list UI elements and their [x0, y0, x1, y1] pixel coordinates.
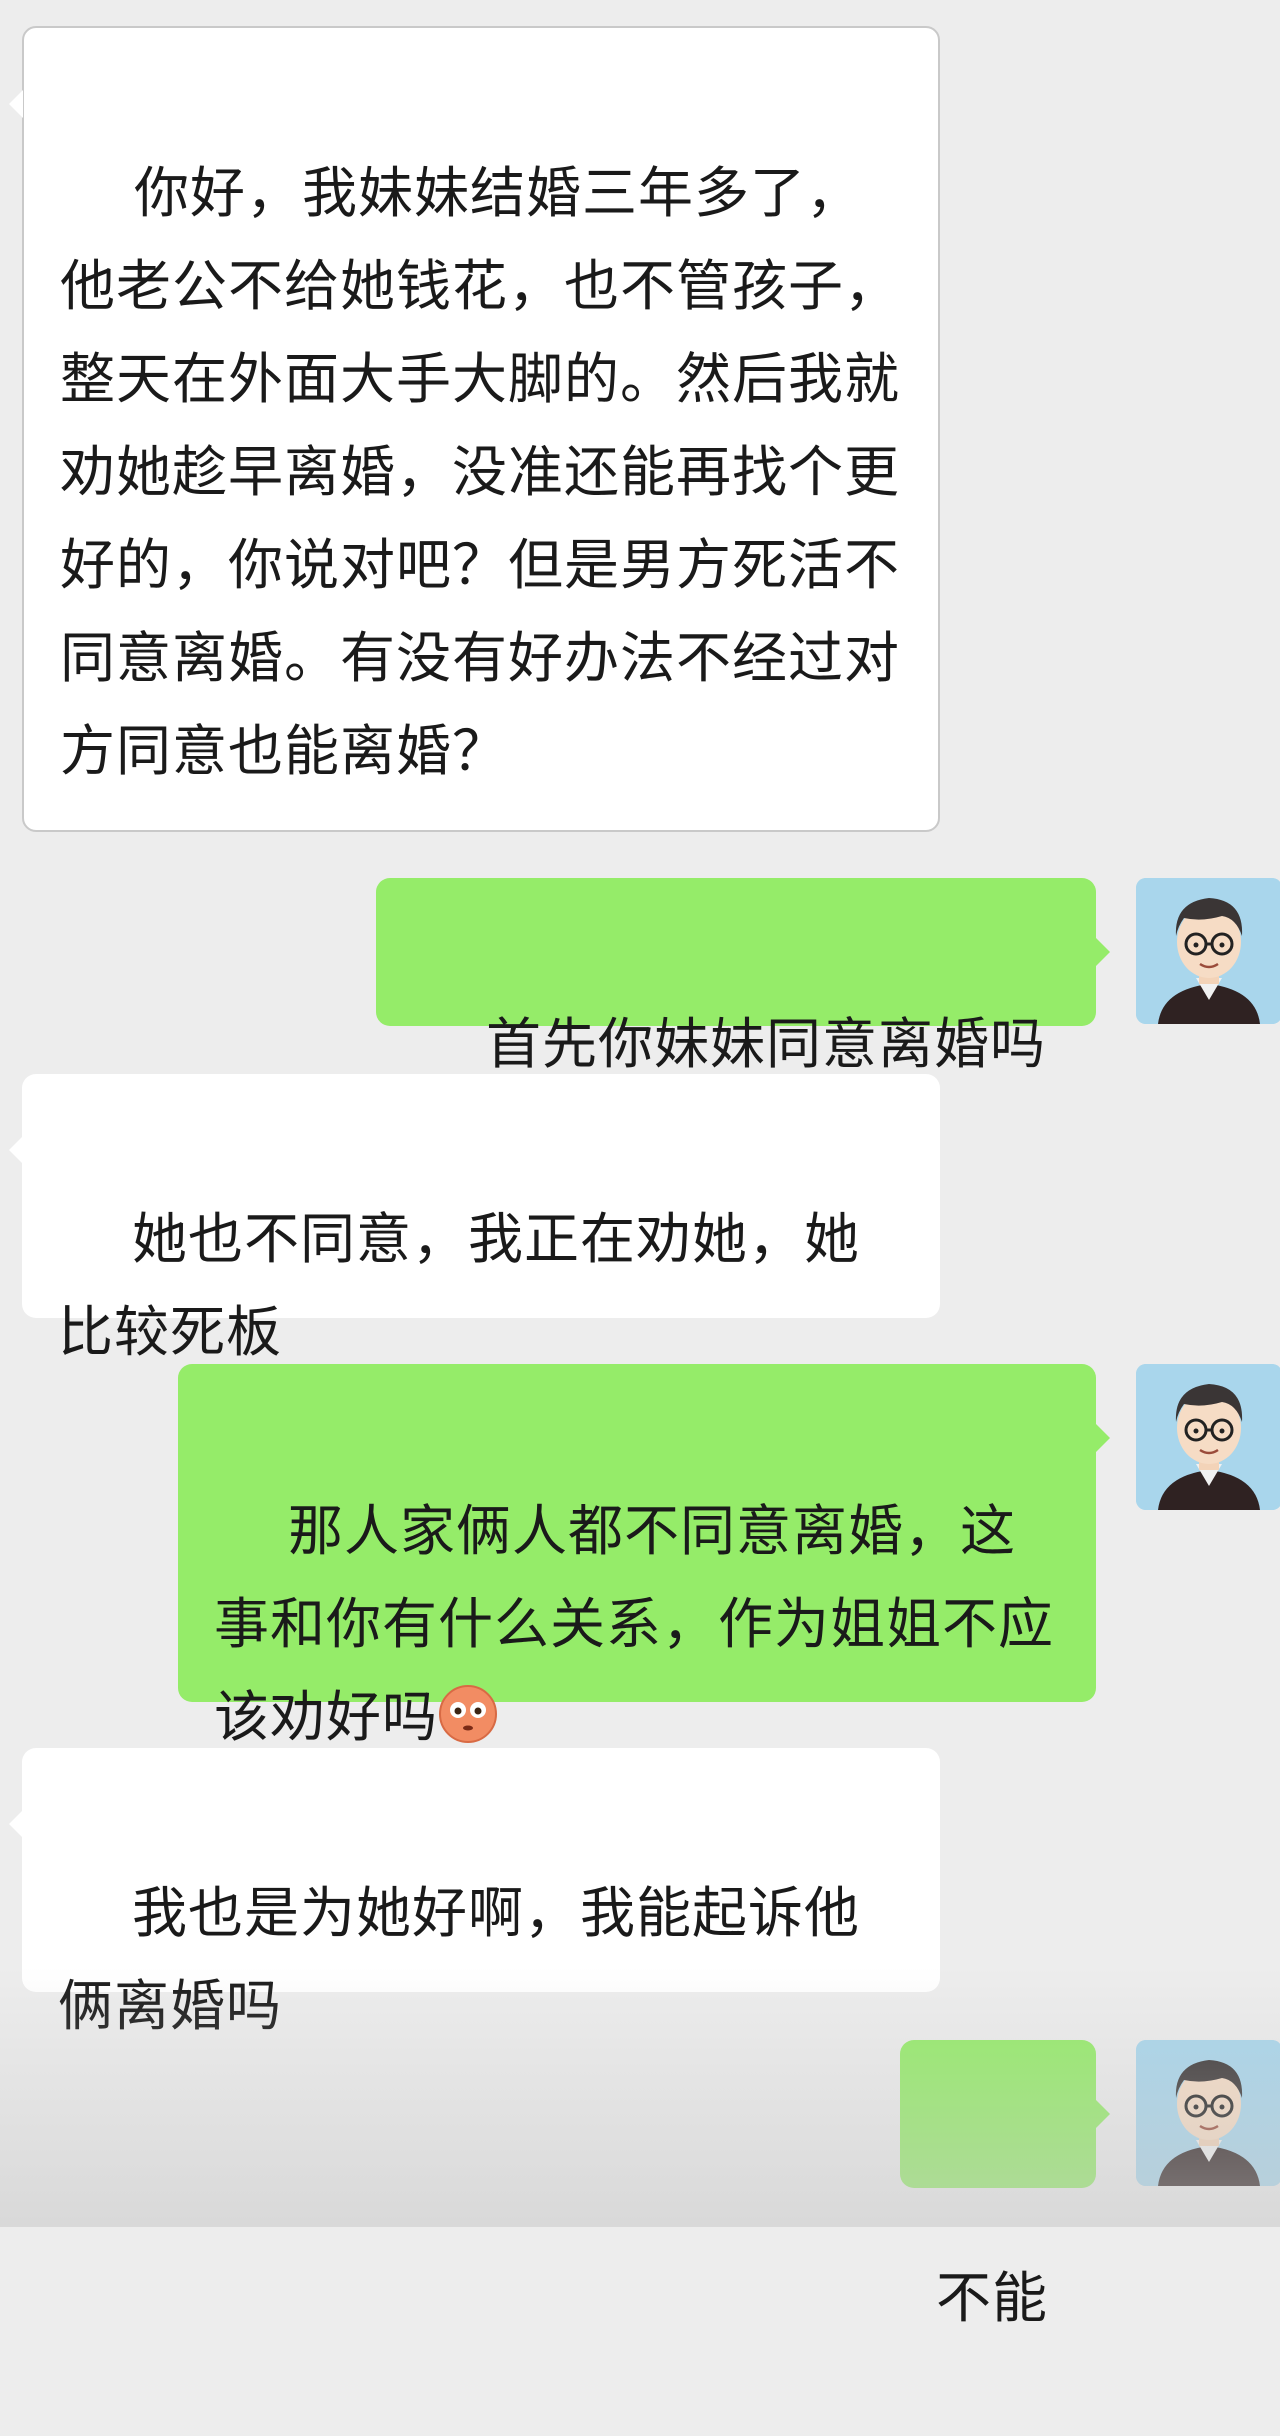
message-bubble-sent[interactable]: 首先你妹妹同意离婚吗	[376, 878, 1096, 1076]
cartoon-man-with-glasses-avatar-icon	[1136, 2040, 1280, 2186]
message-bubble-received[interactable]: 她也不同意，我正在劝她，她比较死板	[22, 1074, 940, 1364]
message-bubble-sent[interactable]: 那人家俩人都不同意离婚，这事和你有什么关系，作为姐姐不应该劝好吗	[178, 1364, 1096, 1749]
cartoon-man-with-glasses-avatar-icon	[1136, 878, 1280, 1024]
bubble-tail	[9, 90, 23, 118]
bubble-tail	[9, 1810, 23, 1838]
message-bubble-sent[interactable]: 不能	[900, 2040, 1096, 2330]
message-text: 我也是为她好啊，我能起诉他俩离婚吗	[58, 1881, 860, 2038]
bubble-tail	[1096, 2100, 1110, 2128]
bubble-tail	[1096, 1424, 1110, 1452]
message-bubble-received[interactable]: 我也是为她好啊，我能起诉他俩离婚吗	[22, 1748, 940, 2038]
flushed-face-emoji-icon	[439, 1685, 498, 1743]
message-text: 你好，我妹妹结婚三年多了，他老公不给她钱花，也不管孩子，整天在外面大手大脚的。然…	[60, 161, 901, 783]
message-bubble-received[interactable]: 你好，我妹妹结婚三年多了，他老公不给她钱花，也不管孩子，整天在外面大手大脚的。然…	[22, 26, 940, 832]
message-text: 那人家俩人都不同意离婚，这事和你有什么关系，作为姐姐不应该劝好吗	[214, 1499, 1055, 1749]
message-text: 不能	[936, 2266, 1049, 2330]
bubble-tail	[9, 1136, 23, 1164]
message-text: 她也不同意，我正在劝她，她比较死板	[58, 1207, 860, 1364]
avatar[interactable]	[1136, 1364, 1280, 1510]
avatar[interactable]	[1136, 2040, 1280, 2186]
chat-area[interactable]: 你好，我妹妹结婚三年多了，他老公不给她钱花，也不管孩子，整天在外面大手大脚的。然…	[0, 0, 1280, 2330]
cartoon-man-with-glasses-avatar-icon	[1136, 1364, 1280, 1510]
message-text: 首先你妹妹同意离婚吗	[485, 1012, 1046, 1076]
avatar[interactable]	[1136, 878, 1280, 1024]
bubble-tail	[1096, 938, 1110, 966]
